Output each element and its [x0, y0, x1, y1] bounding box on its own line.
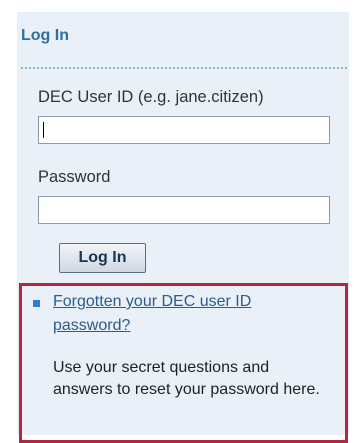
password-label: Password [38, 168, 111, 186]
reset-password-help-text: Use your secret questions and answers to… [53, 359, 320, 398]
user-id-label: DEC User ID (e.g. jane.citizen) [38, 88, 264, 106]
bullet-icon [33, 300, 40, 307]
forgot-user-id-password-link[interactable]: Forgotten your DEC user ID password? [53, 290, 308, 338]
title-divider [21, 67, 347, 69]
text-cursor [43, 122, 44, 138]
password-input[interactable] [38, 196, 330, 224]
log-in-button[interactable]: Log In [59, 243, 146, 273]
user-id-input[interactable] [38, 116, 330, 144]
panel-title: Log In [21, 27, 69, 44]
